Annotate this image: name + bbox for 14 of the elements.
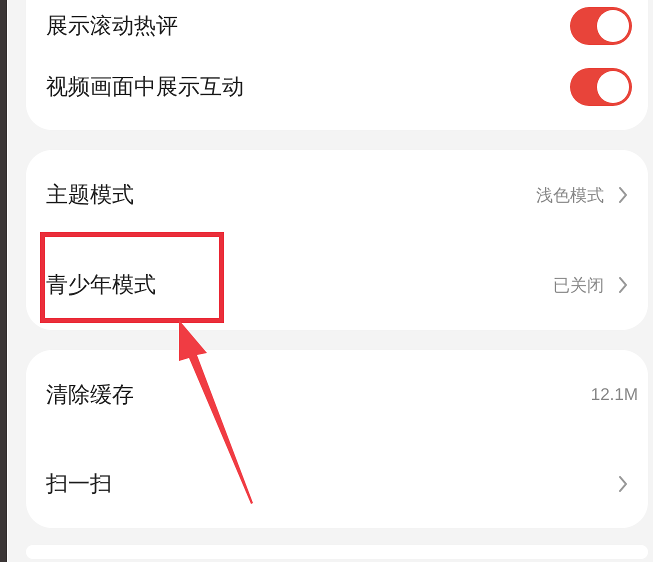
setting-value: 12.1M (590, 384, 638, 404)
toggle-switch[interactable] (570, 7, 632, 45)
chevron-right-icon (618, 474, 628, 492)
setting-label: 视频画面中展示互动 (46, 73, 245, 101)
chevron-right-icon (618, 186, 628, 204)
setting-label: 主题模式 (46, 181, 135, 209)
toggle-switch[interactable] (570, 68, 632, 106)
setting-value: 已关闭 (553, 274, 604, 296)
setting-label: 清除缓存 (46, 380, 135, 408)
setting-value: 浅色模式 (536, 184, 604, 206)
setting-label: 青少年模式 (46, 271, 157, 299)
setting-label: 扫一扫 (46, 470, 113, 498)
chevron-right-icon (618, 276, 628, 294)
setting-label: 展示滚动热评 (46, 12, 179, 40)
